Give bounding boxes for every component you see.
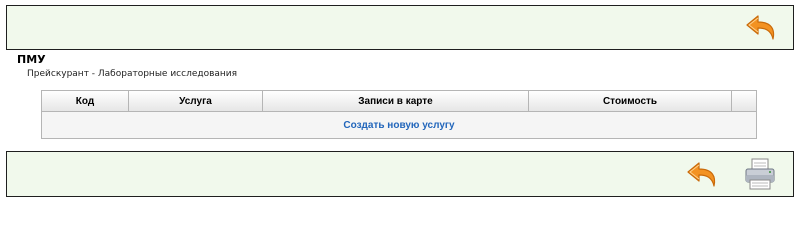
table-body: Создать новую услугу xyxy=(42,113,756,138)
column-header-extra xyxy=(732,91,756,111)
back-arrow-icon[interactable] xyxy=(745,13,779,43)
column-header-code[interactable]: Код xyxy=(42,91,129,111)
page-subtitle: Прейскурант - Лабораторные исследования xyxy=(27,69,238,79)
table-header: Код Услуга Записи в карте Стоимость xyxy=(42,91,756,112)
top-toolbar xyxy=(6,5,794,50)
create-service-link[interactable]: Создать новую услугу xyxy=(343,120,454,131)
column-header-cost[interactable]: Стоимость xyxy=(529,91,732,111)
page-title: ПМУ xyxy=(17,53,46,66)
back-arrow-icon[interactable] xyxy=(686,160,720,190)
services-table: Код Услуга Записи в карте Стоимость Созд… xyxy=(41,90,757,139)
column-header-service[interactable]: Услуга xyxy=(129,91,263,111)
column-header-card-records[interactable]: Записи в карте xyxy=(263,91,529,111)
printer-icon[interactable] xyxy=(743,157,777,191)
bottom-toolbar xyxy=(6,151,794,197)
